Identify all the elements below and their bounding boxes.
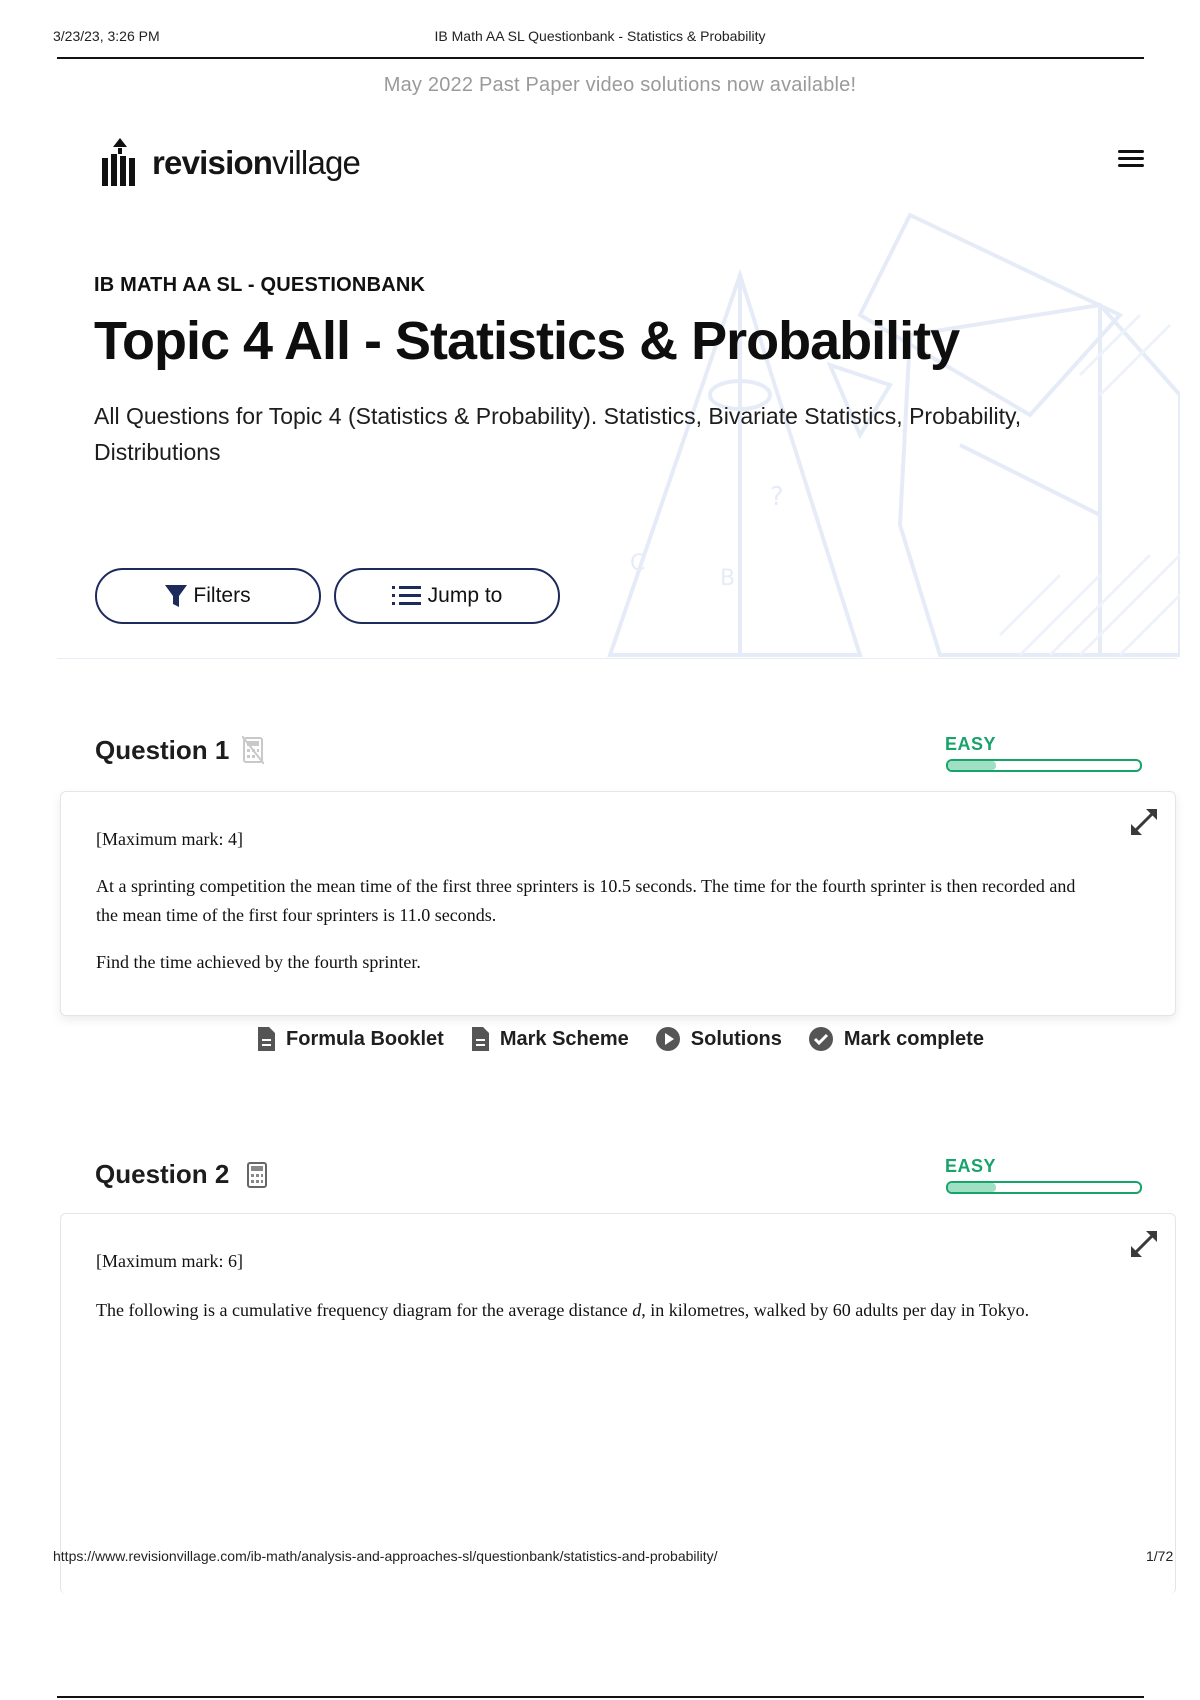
svg-text:B: B [720,566,735,591]
svg-text:C: C [630,551,645,576]
filters-button[interactable]: Filters [95,568,321,624]
mark-scheme-label: Mark Scheme [499,1027,629,1050]
expand-icon[interactable] [1128,806,1160,838]
difficulty-bar [946,759,1142,772]
print-document-title: IB Math AA SL Questionbank - Statistics … [434,28,766,44]
formula-booklet-button[interactable]: Formula Booklet [256,1026,444,1052]
hero-divider [57,658,1177,659]
difficulty-bar-fill [948,1183,996,1192]
play-circle-icon [655,1027,680,1051]
jump-to-label: Jump to [427,584,503,607]
hamburger-menu-icon[interactable] [1118,150,1144,170]
difficulty-bar [946,1181,1142,1194]
print-url: https://www.revisionvillage.com/ib-math/… [53,1548,718,1564]
svg-text:?: ? [770,482,784,512]
mark-complete-label: Mark complete [843,1027,984,1050]
jump-to-button[interactable]: Jump to [334,568,560,624]
page-title: Topic 4 All - Statistics & Probability [94,311,960,371]
max-mark: [Maximum mark: 6] [96,1251,243,1271]
question-2-title[interactable]: Question 2 [95,1159,229,1190]
question-text: At a sprinting competition the mean time… [96,876,1076,925]
calculator-icon [247,1162,267,1188]
difficulty-label: EASY [945,1156,997,1176]
print-page-number: 1/72 [1146,1548,1174,1564]
difficulty-label: EASY [945,734,997,754]
document-icon [258,1027,276,1051]
formula-booklet-label: Formula Booklet [286,1027,444,1050]
logo-wordmark: revisionvillage [152,144,361,181]
page-eyebrow: IB MATH AA SL - QUESTIONBANK [94,274,426,296]
question-1-title[interactable]: Question 1 [95,735,229,766]
print-header-divider [57,57,1144,59]
question-prompt: Find the time achieved by the fourth spr… [96,952,421,972]
filter-funnel-icon [165,585,188,607]
filters-label: Filters [193,584,251,607]
difficulty-bar-fill [948,761,996,770]
mark-scheme-button[interactable]: Mark Scheme [470,1026,629,1052]
print-bottom-divider [57,1696,1144,1698]
page-description: All Questions for Topic 4 (Statistics & … [94,403,1022,465]
announcement-banner[interactable]: May 2022 Past Paper video solutions now … [0,74,1200,97]
logo-mark-icon [102,138,135,186]
question-text: The following is a cumulative frequency … [96,1300,1030,1320]
solutions-label: Solutions [690,1027,782,1050]
question-1-actions: Formula Booklet Mark Scheme Solutions Ma… [0,1026,1200,1052]
expand-icon[interactable] [1128,1228,1160,1260]
check-circle-icon [808,1027,833,1051]
document-icon [471,1027,489,1051]
mark-complete-button[interactable]: Mark complete [808,1026,984,1052]
site-logo[interactable]: revisionvillage [100,138,361,188]
solutions-button[interactable]: Solutions [655,1026,782,1052]
no-calculator-icon [242,736,264,764]
list-icon [391,586,421,605]
max-mark: [Maximum mark: 4] [96,829,243,849]
